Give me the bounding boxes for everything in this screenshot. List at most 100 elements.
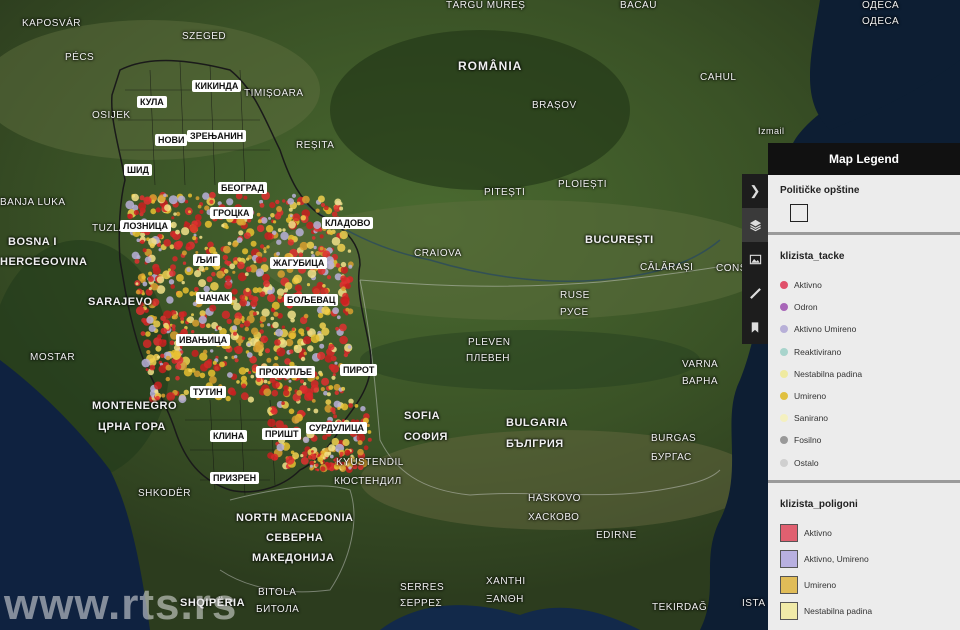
landslide-point[interactable] — [251, 327, 259, 335]
landslide-point[interactable] — [197, 204, 202, 209]
landslide-point[interactable] — [246, 352, 253, 358]
landslide-point[interactable] — [145, 288, 153, 296]
landslide-point[interactable] — [156, 355, 161, 359]
landslide-point[interactable] — [194, 240, 198, 244]
landslide-point[interactable] — [340, 261, 347, 268]
landslide-point[interactable] — [275, 328, 283, 337]
landslide-point[interactable] — [290, 317, 295, 323]
landslide-point[interactable] — [181, 227, 190, 236]
landslide-point[interactable] — [306, 241, 315, 249]
municipality-label[interactable]: ЉИГ — [193, 254, 221, 266]
landslide-point[interactable] — [303, 351, 307, 356]
landslide-point[interactable] — [202, 192, 210, 200]
landslide-point[interactable] — [170, 284, 175, 289]
landslide-point[interactable] — [186, 243, 191, 247]
landslide-point[interactable] — [259, 244, 265, 249]
landslide-point[interactable] — [184, 221, 188, 225]
landslide-point[interactable] — [347, 345, 352, 349]
landslide-point[interactable] — [183, 389, 189, 395]
landslide-point[interactable] — [294, 284, 302, 292]
landslide-point[interactable] — [311, 399, 316, 403]
municipality-label[interactable]: ЛОЗНИЦА — [120, 220, 171, 232]
landslide-point[interactable] — [208, 369, 216, 377]
landslide-point[interactable] — [322, 284, 326, 288]
landslide-point[interactable] — [148, 287, 152, 291]
landslide-point[interactable] — [232, 325, 237, 331]
landslide-point[interactable] — [238, 367, 247, 375]
municipality-label[interactable]: ПРИЗРЕН — [210, 472, 260, 484]
landslide-point[interactable] — [276, 251, 280, 256]
landslide-point[interactable] — [261, 308, 270, 317]
landslide-point[interactable] — [245, 266, 252, 273]
landslide-point[interactable] — [160, 353, 165, 358]
landslide-point[interactable] — [150, 283, 159, 291]
landslide-point[interactable] — [194, 286, 199, 292]
landslide-point[interactable] — [146, 350, 151, 355]
landslide-point[interactable] — [333, 400, 341, 408]
landslide-point[interactable] — [317, 195, 325, 203]
landslide-point[interactable] — [165, 364, 172, 371]
landslide-point[interactable] — [239, 298, 247, 307]
landslide-point[interactable] — [142, 281, 148, 287]
landslide-point[interactable] — [227, 241, 232, 246]
landslide-point[interactable] — [135, 282, 139, 286]
landslide-point[interactable] — [300, 356, 306, 362]
landslide-point[interactable] — [191, 349, 199, 357]
landslide-point[interactable] — [310, 251, 314, 254]
landslide-point[interactable] — [293, 274, 302, 284]
landslide-point[interactable] — [288, 207, 293, 212]
landslide-point[interactable] — [191, 330, 195, 334]
landslide-point[interactable] — [209, 376, 217, 384]
landslide-point[interactable] — [311, 236, 316, 240]
landslide-point[interactable] — [345, 307, 350, 312]
landslide-point[interactable] — [146, 316, 154, 324]
landslide-point[interactable] — [270, 213, 275, 218]
landslide-point[interactable] — [255, 268, 264, 277]
landslide-point[interactable] — [171, 349, 178, 356]
landslide-point[interactable] — [287, 310, 297, 320]
landslide-point[interactable] — [142, 339, 152, 349]
landslide-point[interactable] — [275, 199, 280, 205]
landslide-point[interactable] — [140, 331, 146, 336]
municipality-label[interactable]: КИКИНДА — [192, 80, 242, 92]
landslide-point[interactable] — [245, 287, 250, 293]
landslide-point[interactable] — [339, 335, 348, 345]
municipality-label[interactable]: ЖАГУБИЦА — [270, 257, 328, 269]
landslide-point[interactable] — [311, 450, 314, 453]
landslide-point[interactable] — [247, 343, 251, 347]
landslide-point[interactable] — [176, 274, 184, 282]
landslide-point[interactable] — [246, 257, 250, 261]
landslide-point[interactable] — [264, 337, 269, 342]
landslide-point[interactable] — [248, 294, 254, 301]
landslide-point[interactable] — [354, 404, 359, 408]
landslide-point[interactable] — [211, 271, 216, 277]
landslide-point[interactable] — [199, 235, 203, 239]
landslide-point[interactable] — [340, 296, 349, 306]
landslide-point[interactable] — [296, 390, 303, 396]
landslide-point[interactable] — [277, 295, 282, 300]
landslide-point[interactable] — [160, 327, 168, 335]
landslide-point[interactable] — [326, 275, 332, 280]
landslide-point[interactable] — [230, 390, 237, 396]
landslide-point[interactable] — [252, 311, 257, 316]
landslide-point[interactable] — [131, 251, 140, 260]
landslide-point[interactable] — [291, 193, 297, 198]
landslide-point[interactable] — [267, 289, 273, 295]
landslide-point[interactable] — [336, 315, 341, 320]
landslide-point[interactable] — [198, 315, 207, 324]
landslide-point[interactable] — [224, 281, 233, 290]
landslide-point[interactable] — [163, 193, 167, 197]
municipality-label[interactable]: БОЉЕВАЦ — [284, 294, 339, 306]
landslide-point[interactable] — [276, 239, 282, 245]
landslide-point[interactable] — [271, 389, 279, 397]
landslide-point[interactable] — [293, 344, 303, 354]
landslide-point[interactable] — [149, 364, 156, 371]
municipality-label[interactable]: НОВИ — [155, 134, 188, 146]
landslide-point[interactable] — [271, 453, 279, 461]
landslide-point[interactable] — [315, 208, 320, 213]
landslide-point[interactable] — [339, 206, 344, 211]
landslide-point[interactable] — [186, 317, 191, 322]
landslide-point[interactable] — [270, 316, 275, 321]
landslide-point[interactable] — [335, 263, 341, 268]
landslide-point[interactable] — [269, 202, 276, 209]
